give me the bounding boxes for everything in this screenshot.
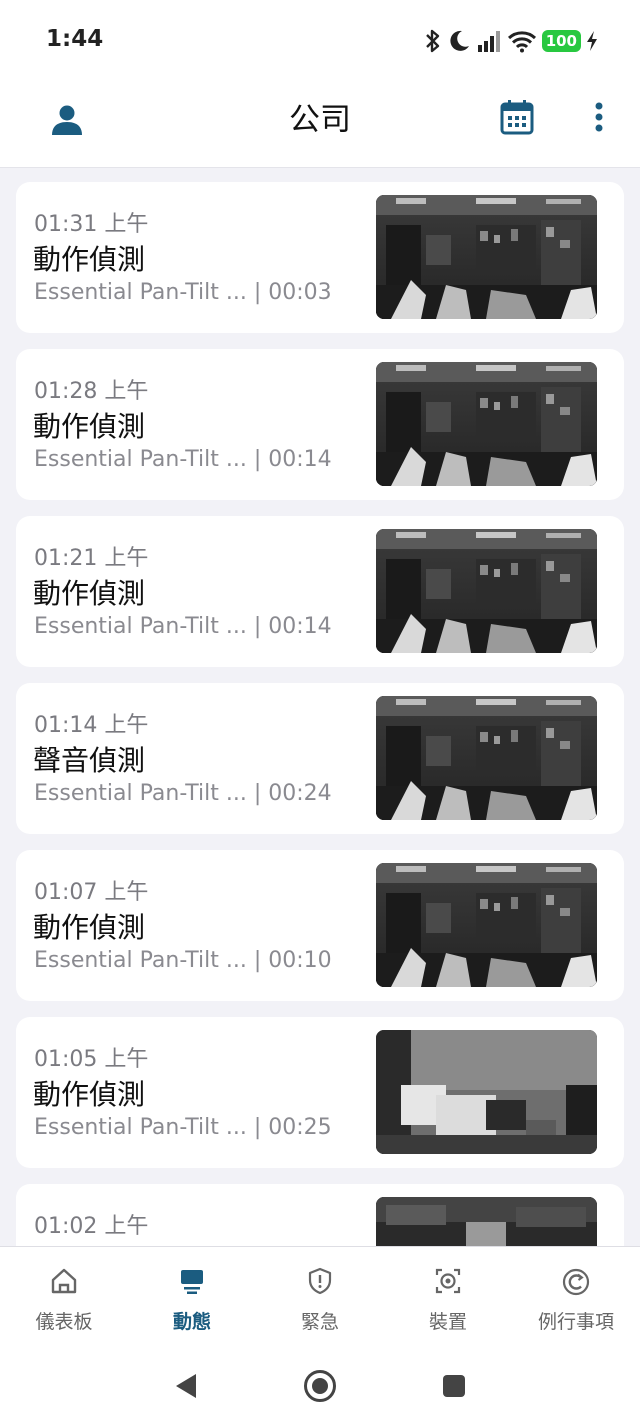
home-button[interactable] xyxy=(300,1366,340,1406)
nav-label: 動態 xyxy=(172,1311,211,1333)
nav-label: 儀表板 xyxy=(35,1311,93,1333)
wifi-icon xyxy=(507,31,536,53)
event-title: 動作偵測 xyxy=(33,243,146,276)
event-thumbnail[interactable] xyxy=(376,529,597,653)
recents-square-icon xyxy=(443,1375,465,1397)
calendar-button[interactable] xyxy=(496,96,538,138)
event-title: 動作偵測 xyxy=(33,410,146,443)
status-time: 1:44 xyxy=(46,26,104,52)
event-time: 01:21 上午 xyxy=(34,546,149,571)
event-subtitle: Essential Pan-Tilt ... | 00:25 xyxy=(34,1115,332,1140)
nav-item-routines[interactable]: 例行事項 xyxy=(512,1247,640,1343)
status-icons: 100 xyxy=(424,26,598,56)
event-card[interactable]: 01:14 上午 聲音偵測 Essential Pan-Tilt ... | 0… xyxy=(16,683,624,834)
event-card[interactable]: 01:07 上午 動作偵測 Essential Pan-Tilt ... | 0… xyxy=(16,850,624,1001)
event-subtitle: Essential Pan-Tilt ... | 00:14 xyxy=(34,447,332,472)
event-subtitle: Essential Pan-Tilt ... | 00:10 xyxy=(34,948,332,973)
event-time: 01:07 上午 xyxy=(34,880,149,905)
event-title: 動作偵測 xyxy=(33,911,146,944)
event-subtitle: Essential Pan-Tilt ... | 00:03 xyxy=(34,280,332,305)
event-thumbnail[interactable] xyxy=(376,863,597,987)
event-thumbnail[interactable] xyxy=(376,696,597,820)
status-bar: 1:44 100 xyxy=(0,0,640,80)
event-card[interactable]: 01:05 上午 動作偵測 Essential Pan-Tilt ... | 0… xyxy=(16,1017,624,1168)
app-bar: 公司 xyxy=(0,80,640,168)
event-title: 聲音偵測 xyxy=(33,744,146,777)
back-triangle-icon xyxy=(176,1374,196,1398)
nav-label: 緊急 xyxy=(300,1311,339,1333)
event-title: 動作偵測 xyxy=(33,577,146,610)
nav-label: 例行事項 xyxy=(537,1311,614,1333)
bluetooth-icon xyxy=(425,29,439,53)
event-list[interactable]: 01:31 上午 動作偵測 Essential Pan-Tilt ... | 0… xyxy=(0,168,640,1246)
bottom-navigation: 儀表板 動態 緊急 裝置 例行事項 xyxy=(0,1246,640,1342)
event-subtitle: Essential Pan-Tilt ... | 00:14 xyxy=(34,614,332,639)
event-time: 01:28 上午 xyxy=(34,379,149,404)
routine-icon xyxy=(562,1268,590,1296)
event-time: 01:02 上午 xyxy=(34,1214,149,1239)
nav-label: 裝置 xyxy=(428,1311,467,1333)
event-time: 01:31 上午 xyxy=(34,212,149,237)
system-navigation-bar xyxy=(0,1342,640,1422)
page-title: 公司 xyxy=(289,102,351,138)
camera-device-icon xyxy=(435,1268,461,1294)
charging-bolt-icon xyxy=(587,31,597,51)
event-card[interactable]: 01:21 上午 動作偵測 Essential Pan-Tilt ... | 0… xyxy=(16,516,624,667)
more-vertical-icon xyxy=(595,102,603,132)
event-card[interactable]: 01:31 上午 動作偵測 Essential Pan-Tilt ... | 0… xyxy=(16,182,624,333)
back-button[interactable] xyxy=(166,1366,206,1406)
cell-signal-icon xyxy=(477,31,500,52)
calendar-icon xyxy=(500,100,534,135)
shield-alert-icon xyxy=(308,1267,332,1295)
event-title: 動作偵測 xyxy=(33,1078,146,1111)
event-time: 01:14 上午 xyxy=(34,713,149,738)
event-thumbnail[interactable] xyxy=(376,1030,597,1154)
more-options-button[interactable] xyxy=(584,96,614,138)
event-subtitle: Essential Pan-Tilt ... | 00:24 xyxy=(34,781,332,806)
nav-item-dashboard[interactable]: 儀表板 xyxy=(0,1247,128,1343)
event-thumbnail[interactable] xyxy=(376,1197,597,1246)
event-thumbnail[interactable] xyxy=(376,195,597,319)
do-not-disturb-moon-icon xyxy=(450,30,469,51)
event-card[interactable]: 01:28 上午 動作偵測 Essential Pan-Tilt ... | 0… xyxy=(16,349,624,500)
event-thumbnail[interactable] xyxy=(376,362,597,486)
nav-item-emergency[interactable]: 緊急 xyxy=(256,1247,384,1343)
home-circle-icon xyxy=(304,1370,336,1402)
event-card[interactable]: 01:02 上午 xyxy=(16,1184,624,1246)
activity-icon xyxy=(181,1270,203,1294)
battery-indicator: 100 xyxy=(541,30,581,52)
nav-item-devices[interactable]: 裝置 xyxy=(384,1247,512,1343)
recents-button[interactable] xyxy=(434,1366,474,1406)
event-time: 01:05 上午 xyxy=(34,1047,149,1072)
nav-item-activity[interactable]: 動態 xyxy=(128,1247,256,1343)
home-icon xyxy=(51,1268,77,1294)
